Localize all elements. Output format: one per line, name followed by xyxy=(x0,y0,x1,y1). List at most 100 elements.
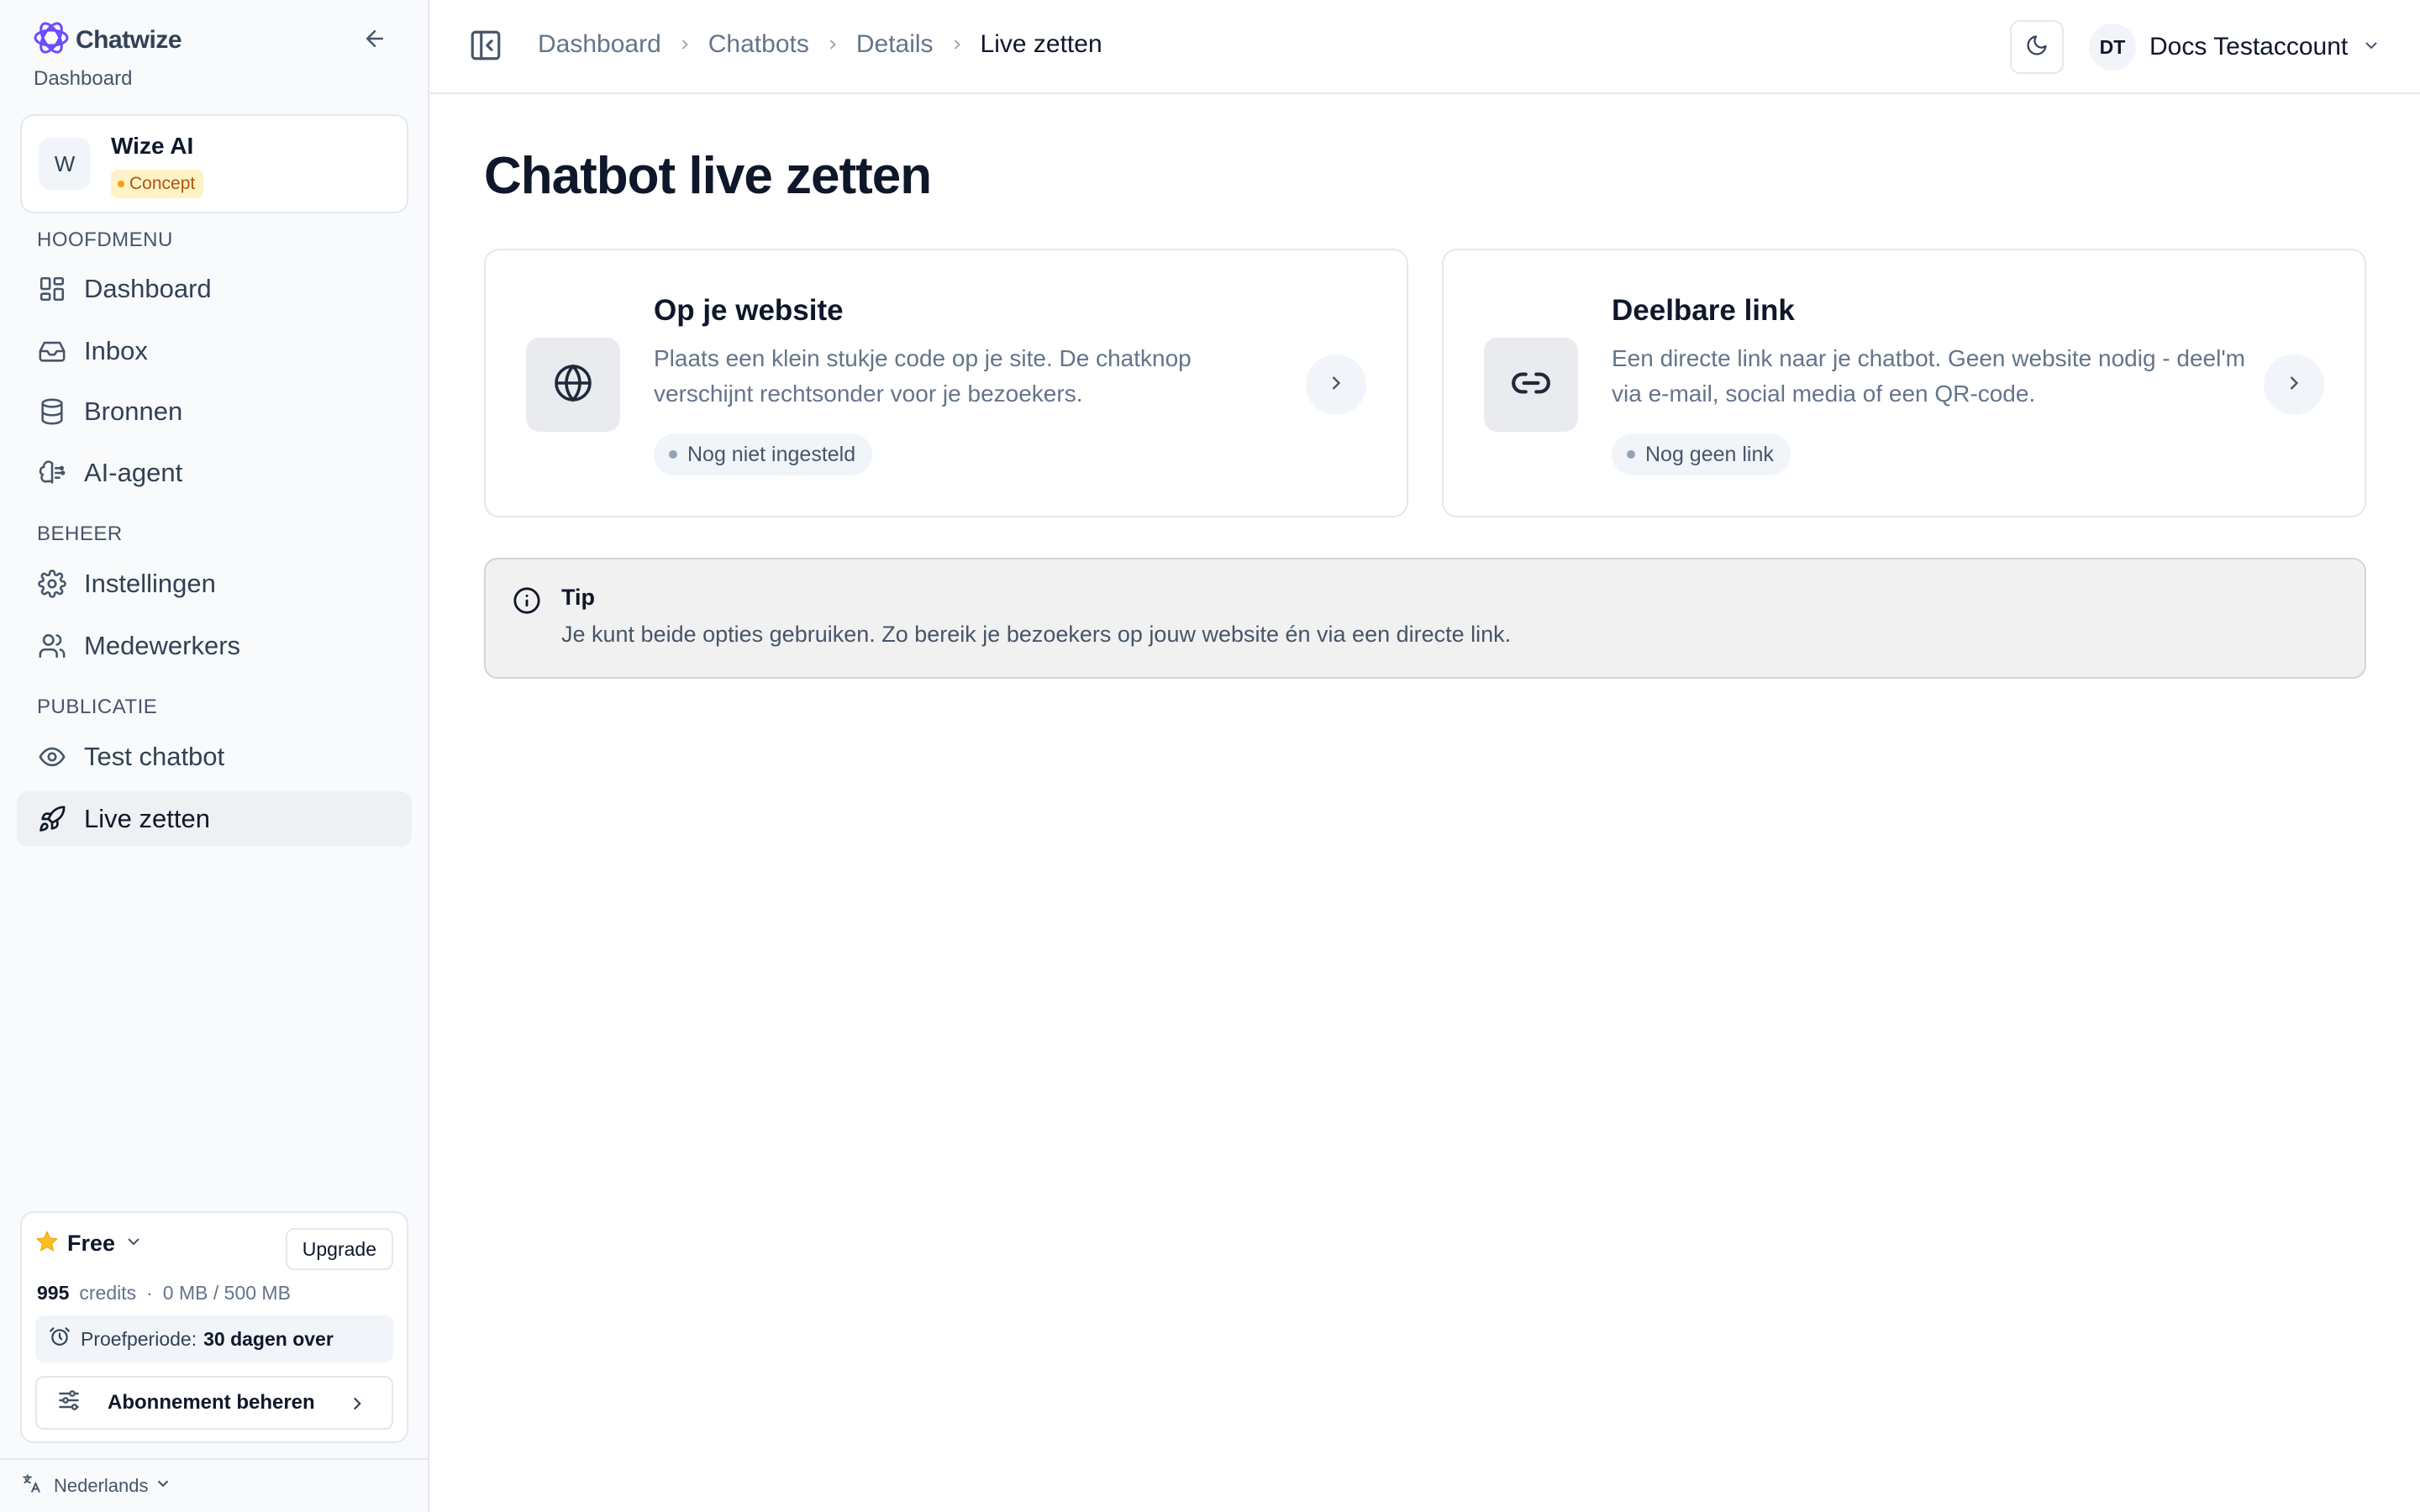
status-badge-label: Nog geen link xyxy=(1645,442,1774,466)
topbar: Dashboard Chatbots Details Live zetten D… xyxy=(430,0,2420,94)
sidebar-item-label: Live zetten xyxy=(84,804,210,833)
breadcrumb: Dashboard Chatbots Details Live zetten xyxy=(538,30,1102,59)
plan-card: Free Upgrade 995 credits · 0 MB / 500 MB… xyxy=(20,1211,408,1443)
database-icon xyxy=(37,396,67,427)
breadcrumb-chatbots[interactable]: Chatbots xyxy=(708,30,809,59)
layout-grid-icon xyxy=(37,274,67,304)
section-label-beheer: BEHEER xyxy=(37,522,123,545)
arrow-left-icon xyxy=(362,26,387,55)
inbox-icon xyxy=(37,336,67,366)
sidebar-item-label: Dashboard xyxy=(84,274,212,303)
credits-value: 995 xyxy=(37,1282,70,1304)
manage-subscription-button[interactable]: Abonnement beheren xyxy=(35,1376,393,1430)
chevron-right-icon xyxy=(346,1393,368,1420)
chevron-right-icon xyxy=(2282,371,2306,399)
option-icon-box xyxy=(526,338,620,432)
brand-logo[interactable]: Chatwize xyxy=(32,18,182,61)
users-icon xyxy=(37,631,67,661)
theme-toggle-button[interactable] xyxy=(2010,20,2064,74)
sidebar: Chatwize Dashboard W Wize AI Concept HOO… xyxy=(0,0,429,1512)
upgrade-button[interactable]: Upgrade xyxy=(285,1228,393,1270)
gear-icon xyxy=(37,569,67,599)
manage-subscription-label: Abonnement beheren xyxy=(108,1391,315,1414)
sidebar-item-inbox[interactable]: Inbox xyxy=(17,323,412,379)
status-badge: Concept xyxy=(111,170,204,198)
sidebar-item-ai-agent[interactable]: AI-agent xyxy=(17,445,412,501)
sliders-icon xyxy=(55,1387,82,1420)
sidebar-item-label: AI-agent xyxy=(84,458,183,487)
storage-usage: 0 MB / 500 MB xyxy=(162,1282,291,1304)
sidebar-item-instellingen[interactable]: Instellingen xyxy=(17,556,412,612)
status-dot xyxy=(1627,450,1635,459)
status-badge-label: Nog niet ingesteld xyxy=(687,442,856,466)
brand-name: Chatwize xyxy=(76,25,182,54)
breadcrumb-details[interactable]: Details xyxy=(856,30,934,59)
avatar: DT xyxy=(2089,24,2136,71)
chatwize-logo-icon xyxy=(32,18,71,61)
sidebar-item-label: Inbox xyxy=(84,336,148,365)
page-title: Chatbot live zetten xyxy=(484,147,932,205)
option-icon-box xyxy=(1484,338,1578,432)
open-option-button[interactable] xyxy=(2264,354,2324,415)
brand-subtitle: Dashboard xyxy=(34,67,133,90)
option-description: Plaats een klein stukje code op je site.… xyxy=(654,345,1192,407)
plan-name: Free xyxy=(67,1231,116,1256)
language-label: Nederlands xyxy=(54,1475,149,1496)
credits-label: credits xyxy=(79,1282,137,1304)
option-title: Op je website xyxy=(654,294,844,327)
option-card-shareable-link[interactable]: Deelbare link Een directe link naar je c… xyxy=(1442,249,2366,517)
status-badge-label: Concept xyxy=(129,174,196,193)
rocket-icon xyxy=(37,804,67,834)
sidebar-item-label: Bronnen xyxy=(84,396,183,426)
panel-left-close-icon xyxy=(468,28,503,67)
chevron-right-icon xyxy=(676,36,693,53)
option-card-website[interactable]: Op je website Plaats een klein stukje co… xyxy=(484,249,1408,517)
sidebar-item-dashboard[interactable]: Dashboard xyxy=(17,261,412,317)
chevron-down-icon xyxy=(154,1474,172,1498)
breadcrumb-current: Live zetten xyxy=(980,30,1102,58)
sidebar-item-live-zetten[interactable]: Live zetten xyxy=(17,791,412,847)
status-badge: Nog niet ingesteld xyxy=(654,433,873,475)
status-dot xyxy=(669,450,677,459)
eye-icon xyxy=(37,742,67,772)
language-selector[interactable]: Nederlands xyxy=(0,1458,429,1512)
plan-selector[interactable]: Free xyxy=(35,1230,144,1257)
open-option-button[interactable] xyxy=(1306,354,1366,415)
trial-label: Proefperiode: xyxy=(81,1327,197,1350)
brain-icon xyxy=(37,458,67,488)
trial-value: 30 dagen over xyxy=(203,1327,334,1350)
info-icon xyxy=(513,586,541,619)
chevron-right-icon xyxy=(824,36,841,53)
collapse-sidebar-button[interactable] xyxy=(356,24,393,57)
toggle-sidebar-button[interactable] xyxy=(467,29,504,66)
bot-name: Wize AI xyxy=(111,133,194,159)
trial-status: Proefperiode: 30 dagen over xyxy=(35,1315,393,1362)
breadcrumb-dashboard[interactable]: Dashboard xyxy=(538,30,661,59)
credits-info: 995 credits · 0 MB / 500 MB xyxy=(37,1282,291,1305)
translate-icon xyxy=(20,1473,42,1499)
section-label-hoofdmenu: HOOFDMENU xyxy=(37,228,173,251)
option-title: Deelbare link xyxy=(1612,294,1795,327)
moon-icon xyxy=(2025,34,2049,61)
chevron-right-icon xyxy=(949,36,965,53)
sidebar-item-medewerkers[interactable]: Medewerkers xyxy=(17,618,412,674)
credits-separator: · xyxy=(146,1282,153,1304)
chevron-down-icon xyxy=(2361,35,2381,60)
sidebar-item-label: Instellingen xyxy=(84,569,216,598)
bot-avatar: W xyxy=(39,138,91,190)
user-menu[interactable]: DT Docs Testaccount xyxy=(2089,24,2381,71)
status-dot xyxy=(118,181,124,187)
chevron-right-icon xyxy=(1324,371,1348,399)
tip-text: Je kunt beide opties gebruiken. Zo berei… xyxy=(561,622,1512,647)
option-description: Een directe link naar je chatbot. Geen w… xyxy=(1612,345,2246,407)
status-badge: Nog geen link xyxy=(1612,433,1791,475)
user-name: Docs Testaccount xyxy=(2149,33,2349,60)
section-label-publicatie: PUBLICATIE xyxy=(37,696,158,718)
sidebar-item-label: Test chatbot xyxy=(84,742,225,771)
globe-icon xyxy=(553,363,593,407)
chatbot-selector[interactable]: W Wize AI Concept xyxy=(20,114,408,213)
sidebar-item-label: Medewerkers xyxy=(84,631,241,660)
sidebar-item-bronnen[interactable]: Bronnen xyxy=(17,384,412,439)
sidebar-item-test-chatbot[interactable]: Test chatbot xyxy=(17,729,412,785)
tip-box: Tip Je kunt beide opties gebruiken. Zo b… xyxy=(484,558,2366,679)
